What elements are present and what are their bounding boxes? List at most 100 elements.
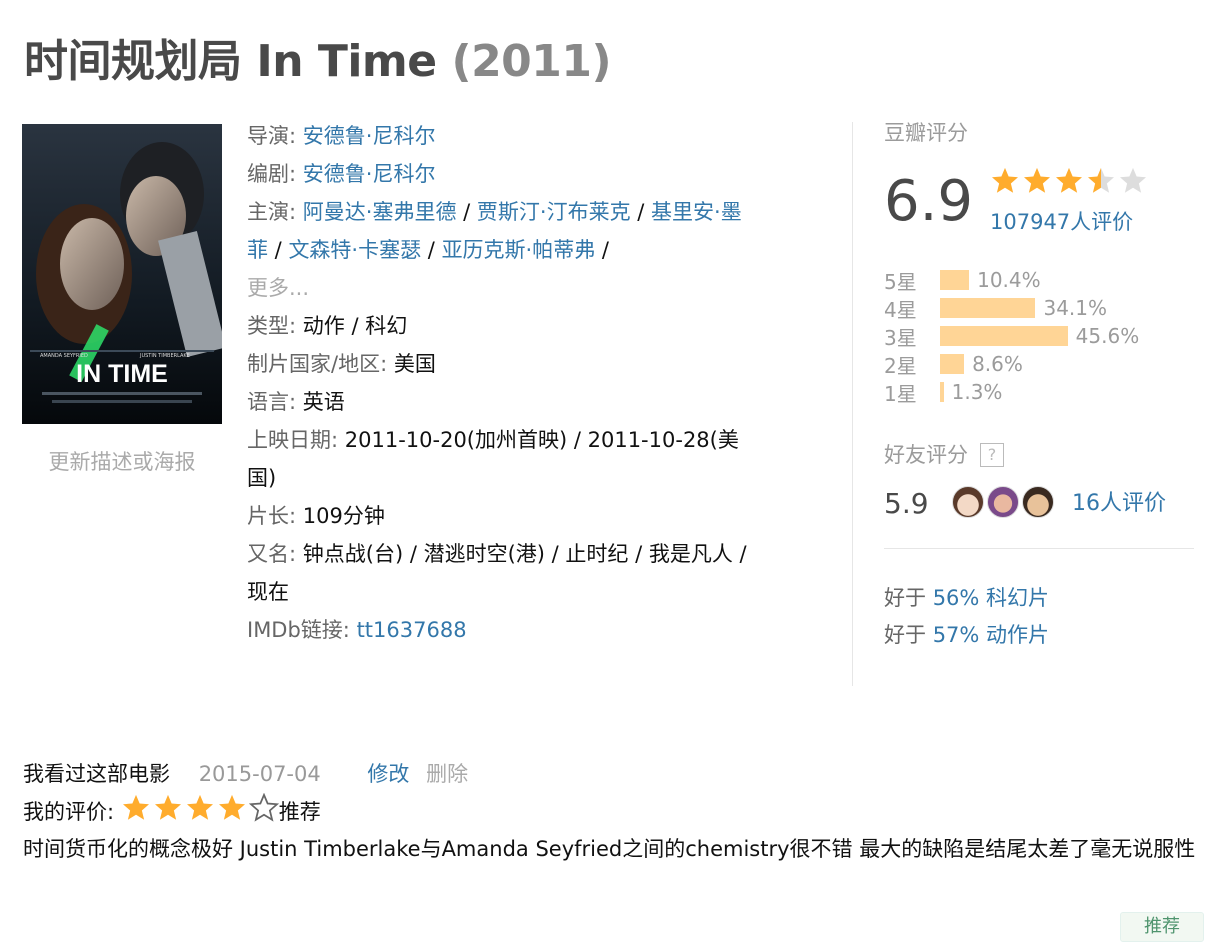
better-than-prefix: 好于 (884, 586, 933, 610)
rating-bar-percent: 1.3% (951, 380, 1003, 404)
rating-bar (940, 298, 1036, 318)
friend-rating-title: 好友评分 (884, 443, 968, 467)
genre-label: 类型: (247, 314, 303, 338)
director-label: 导演: (247, 124, 303, 148)
my-interest-section: 我看过这部电影 2015-07-04 修改 删除 我的评价: 推荐 时间货币化的… (23, 756, 1203, 868)
rating-bar-percent: 10.4% (977, 268, 1041, 292)
star-icon (154, 794, 181, 820)
director-link[interactable]: 安德鲁·尼科尔 (303, 124, 436, 148)
imdb-link[interactable]: tt1637688 (357, 618, 467, 642)
better-than-link-action[interactable]: 57% 动作片 (933, 623, 1049, 647)
release-label: 上映日期: (247, 428, 345, 452)
rating-bar-label: 1星 (884, 381, 917, 406)
runtime-value: 109分钟 (302, 504, 385, 528)
avatar[interactable] (987, 486, 1019, 518)
page-title: 时间规划局 In Time (2011) (24, 32, 612, 92)
rating-bar-row: 5星 10.4% (884, 266, 1196, 294)
my-rating-word: 推荐 (278, 800, 321, 824)
avatar[interactable] (1022, 486, 1054, 518)
rating-bar (940, 326, 1068, 346)
cast-row: 主演: 阿曼达·塞弗里德 / 贾斯汀·汀布莱克 / 基里安·墨菲 / 文森特·卡… (247, 193, 747, 269)
better-than-link-scifi[interactable]: 56% 科幻片 (933, 586, 1049, 610)
rating-bar (940, 270, 970, 290)
my-rating-row: 我的评价: 推荐 (23, 793, 1203, 831)
watched-status: 我看过这部电影 (23, 762, 170, 786)
director-row: 导演: 安德鲁·尼科尔 (247, 117, 747, 155)
edit-link[interactable]: 修改 (367, 762, 409, 786)
delete-link[interactable]: 删除 (426, 762, 468, 786)
watched-date: 2015-07-04 (198, 762, 321, 786)
aka-row: 又名: 钟点战(台) / 潜逃时空(港) / 止时纪 / 我是凡人 / 现在 (247, 535, 747, 611)
poster-actor2: JUSTIN TIMBERLAKE (139, 353, 190, 359)
rating-header: 豆瓣评分 (884, 121, 968, 145)
cast-separator: / (268, 238, 289, 262)
friend-rating-header: 好友评分 ? (884, 436, 1004, 474)
help-icon[interactable]: ? (980, 443, 1004, 467)
rating-bar-row: 3星 45.6% (884, 322, 1196, 350)
language-row: 语言: 英语 (247, 383, 747, 421)
rating-bar-row: 4星 34.1% (884, 294, 1196, 322)
poster-movie-title: IN TIME (76, 360, 168, 388)
cast-separator: / (456, 200, 477, 224)
rating-bar (940, 354, 965, 374)
rating-bar-label: 2星 (884, 353, 917, 378)
rating-bar-percent: 45.6% (1075, 324, 1140, 348)
star-icon (122, 794, 149, 820)
panel-divider (884, 548, 1194, 549)
rating-bar (940, 382, 944, 402)
rating-bar-row: 1星 1.3% (884, 378, 1196, 406)
watched-row: 我看过这部电影 2015-07-04 修改 删除 (23, 756, 1203, 793)
country-label: 制片国家/地区: (247, 352, 394, 376)
genre-value: 动作 / 科幻 (302, 314, 408, 338)
star-icon (1056, 167, 1082, 193)
friend-avatars (952, 486, 1057, 518)
language-value: 英语 (302, 390, 345, 414)
more-row: 更多... (247, 269, 747, 307)
my-rating-stars[interactable] (121, 793, 279, 823)
rating-bar-row: 2星 8.6% (884, 350, 1196, 378)
cast-link-2[interactable]: 贾斯汀·汀布莱克 (477, 200, 631, 224)
cast-separator: / (421, 238, 442, 262)
aka-value: 钟点战(台) / 潜逃时空(港) / 止时纪 / 我是凡人 / 现在 (247, 542, 747, 604)
vote-count-link[interactable]: 107947人评价 (990, 206, 1133, 236)
country-row: 制片国家/地区: 美国 (247, 345, 747, 383)
recommend-button[interactable]: 推荐 (1120, 912, 1204, 942)
update-poster-link[interactable]: 更新描述或海报 (22, 446, 222, 476)
rating-bar-label: 3星 (884, 325, 917, 350)
rating-bar-percent: 34.1% (1043, 296, 1108, 320)
language-label: 语言: (247, 390, 303, 414)
cast-separator: / (595, 238, 610, 262)
writer-row: 编剧: 安德鲁·尼科尔 (247, 155, 747, 193)
section-divider (852, 122, 853, 686)
avatar[interactable] (952, 486, 984, 518)
country-value: 美国 (393, 352, 436, 376)
star-icon (1024, 167, 1050, 193)
rating-stars (990, 166, 1148, 196)
star-icon (186, 794, 213, 820)
writer-link[interactable]: 安德鲁·尼科尔 (303, 162, 436, 186)
rating-bar-percent: 8.6% (972, 352, 1023, 376)
cast-link-5[interactable]: 亚历克斯·帕蒂弗 (442, 238, 596, 262)
rating-bar-label: 5星 (884, 269, 917, 294)
better-than-row: 好于 57% 动作片 (884, 617, 1049, 653)
my-rating-label: 我的评价: (23, 800, 121, 824)
star-icon (992, 167, 1018, 193)
star-icon (248, 793, 279, 822)
cast-label: 主演: (247, 200, 303, 224)
runtime-label: 片长: (247, 504, 303, 528)
runtime-row: 片长: 109分钟 (247, 497, 747, 535)
movie-year: (2011) (451, 36, 612, 87)
rating-score: 6.9 (884, 169, 974, 234)
friend-count-link[interactable]: 16人评价 (1072, 486, 1166, 522)
friend-score: 5.9 (884, 487, 929, 520)
star-icon (1088, 167, 1114, 193)
imdb-row: IMDb链接: tt1637688 (247, 611, 747, 649)
aka-label: 又名: (247, 542, 303, 566)
movie-poster[interactable]: AMANDA SEYFRIED JUSTIN TIMBERLAKE IN TIM… (22, 124, 222, 424)
cast-link-1[interactable]: 阿曼达·塞弗里德 (303, 200, 457, 224)
movie-info: 导演: 安德鲁·尼科尔 编剧: 安德鲁·尼科尔 主演: 阿曼达·塞弗里德 / 贾… (247, 117, 747, 649)
cast-link-4[interactable]: 文森特·卡塞瑟 (288, 238, 421, 262)
genre-row: 类型: 动作 / 科幻 (247, 307, 747, 345)
cast-separator: / (630, 200, 652, 224)
more-cast-link[interactable]: 更多... (247, 276, 309, 300)
